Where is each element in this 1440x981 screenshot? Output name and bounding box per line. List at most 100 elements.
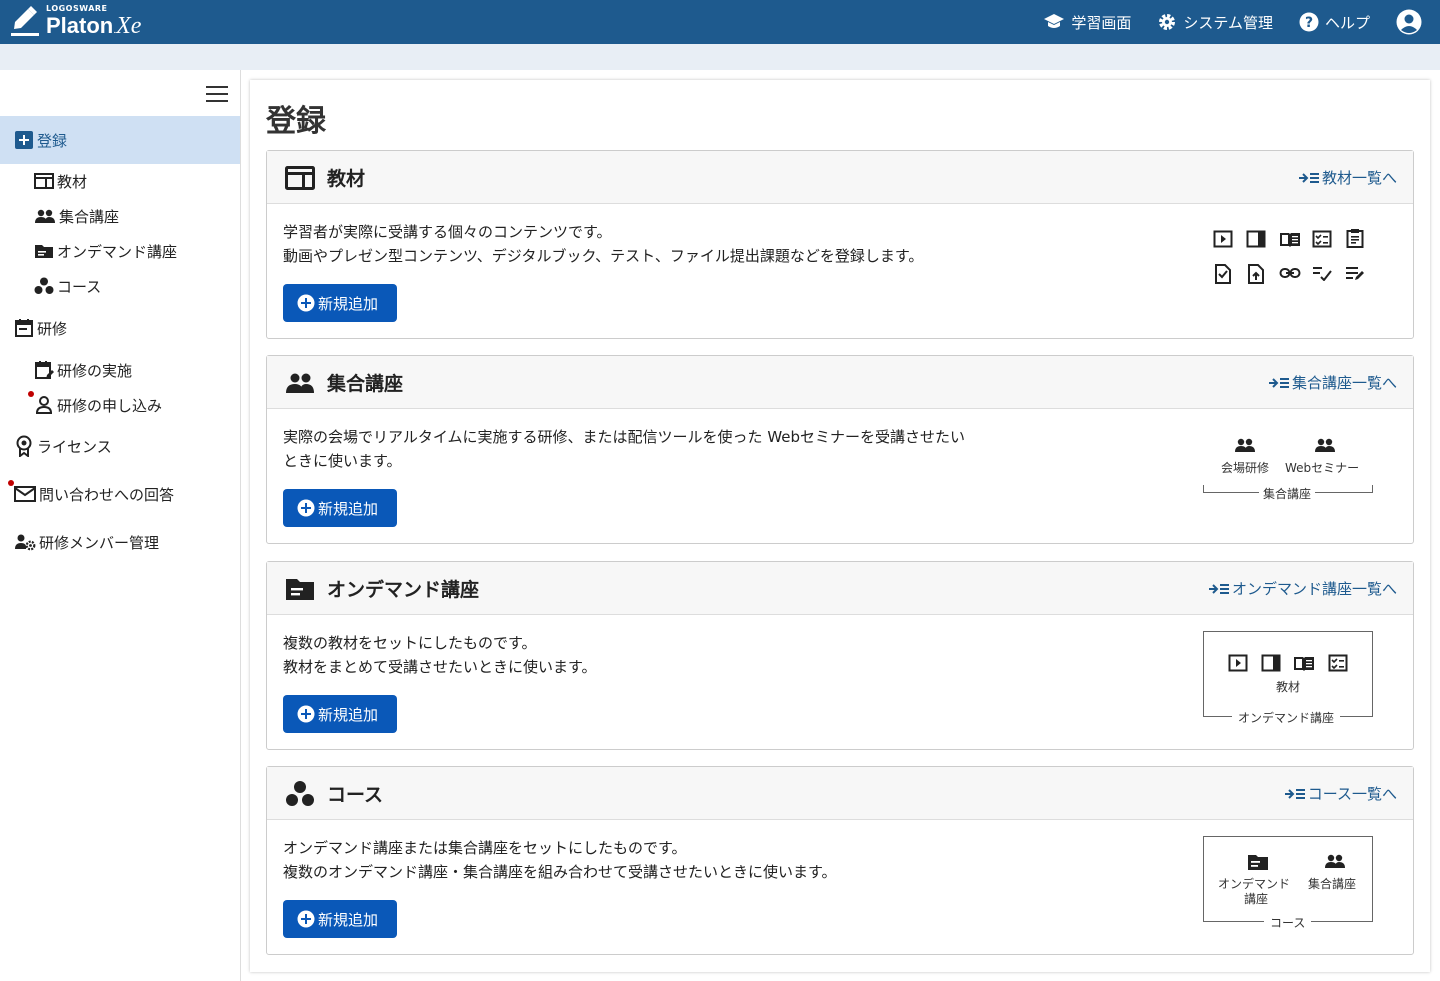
material-icon	[285, 165, 315, 190]
sidebar-item-group-course[interactable]: 集合講座	[0, 201, 240, 231]
file-upload-icon	[1248, 264, 1264, 284]
sidebar-item-members[interactable]: 研修メンバー管理	[0, 527, 240, 557]
card-title: 集合講座	[327, 373, 404, 395]
plus-circle-icon	[297, 705, 315, 723]
sub-bar	[0, 44, 1440, 70]
ondemand-list-link[interactable]: オンデマンド講座一覧へ	[1208, 562, 1397, 615]
diagram-group-label: 集合講座	[1259, 485, 1316, 502]
link-label: オンデマンド講座一覧へ	[1231, 580, 1397, 598]
link-label: 集合講座一覧へ	[1291, 374, 1397, 392]
help-icon: ?	[1299, 12, 1319, 32]
list-arrow-icon	[1208, 583, 1229, 594]
presentation-icon	[1246, 230, 1266, 248]
nav-learning[interactable]: 学習画面	[1043, 12, 1131, 33]
course-list-link[interactable]: コース一覧へ	[1284, 767, 1397, 820]
diagram-label: 講座	[1244, 892, 1269, 906]
mail-icon	[14, 486, 36, 502]
book-icon	[1280, 233, 1300, 247]
sidebar-item-ondemand[interactable]: オンデマンド講座	[0, 236, 240, 266]
list-arrow-icon	[1284, 788, 1305, 799]
logo[interactable]: LOGOSWARE Platon.Xe	[10, 5, 141, 38]
course-diagram: オンデマンド 講座 集合講座 コース	[1203, 836, 1373, 931]
calendar-icon	[15, 319, 33, 337]
sidebar-item-label: 登録	[37, 131, 68, 150]
plus-circle-icon	[297, 294, 315, 312]
sidebar-item-register[interactable]: 登録	[0, 116, 240, 164]
group-icon	[35, 209, 55, 223]
desc-line: オンデマンド講座または集合講座をセットにしたものです。	[283, 839, 687, 857]
diagram-label: 集合講座	[1308, 877, 1357, 891]
logo-pen-icon	[11, 6, 39, 36]
user-avatar[interactable]	[1396, 9, 1422, 35]
presentation-icon	[1261, 654, 1281, 672]
card-title: コース	[327, 784, 384, 806]
sidebar-item-label: 問い合わせへの回答	[39, 485, 175, 504]
nav-system-label: システム管理	[1183, 13, 1273, 32]
page-title: 登録	[266, 104, 326, 139]
sidebar-item-license[interactable]: ライセンス	[0, 431, 240, 461]
group-icon	[1315, 438, 1335, 452]
material-list-link[interactable]: 教材一覧へ	[1298, 151, 1397, 204]
gear-icon	[1159, 14, 1176, 30]
test-icon	[1312, 230, 1332, 248]
diagram-group-label: コース	[1264, 914, 1312, 931]
desc-line: 複数のオンデマンド講座・集合講座を組み合わせて受講させたいときに使います。	[283, 863, 837, 881]
desc-line: ときに使います。	[283, 452, 402, 470]
notification-dot	[8, 480, 14, 486]
list-arrow-icon	[1268, 377, 1289, 388]
license-icon	[16, 435, 32, 457]
card-course: コース コース一覧へ オンデマンド講座または集合講座をセットにしたものです。 複…	[266, 766, 1414, 955]
sidebar-item-training[interactable]: 研修	[0, 313, 240, 343]
graduation-cap-icon	[1044, 14, 1065, 28]
video-icon	[1228, 654, 1248, 672]
main-panel: 登録 教材 教材一覧へ 学習者が実際に受講する個々のコンテンツです。 動画やプレ…	[250, 80, 1430, 972]
nav-learning-label: 学習画面	[1071, 13, 1132, 32]
sidebar-item-material[interactable]: 教材	[0, 166, 240, 196]
test-icon	[1328, 654, 1348, 672]
material-type-icons	[1211, 228, 1371, 288]
group-icon	[1235, 438, 1255, 452]
desc-line: 教材をまとめて受講させたいときに使います。	[283, 658, 597, 676]
ondemand-diagram: 教材 オンデマンド講座	[1203, 631, 1373, 726]
add-material-button[interactable]: 新規追加	[283, 284, 397, 322]
desc-line: 実際の会場でリアルタイムに実施する研修、または配信ツールを使った Webセミナー…	[283, 428, 966, 446]
desc-line: 複数の教材をセットにしたものです。	[283, 634, 537, 652]
sidebar-item-label: 集合講座	[59, 207, 120, 226]
course-icon	[34, 277, 54, 294]
diagram-group-label: オンデマンド講座	[1232, 709, 1341, 726]
sidebar-item-course[interactable]: コース	[0, 271, 240, 301]
group-icon	[286, 373, 314, 393]
logo-product: Platon	[46, 13, 114, 38]
button-label: 新規追加	[318, 705, 379, 724]
add-course-button[interactable]: 新規追加	[283, 900, 397, 938]
card-title: 教材	[327, 168, 366, 190]
card-group-course: 集合講座 集合講座一覧へ 実際の会場でリアルタイムに実施する研修、または配信ツー…	[266, 355, 1414, 544]
add-ondemand-button[interactable]: 新規追加	[283, 695, 397, 733]
diagram-label: Webセミナー	[1285, 461, 1360, 475]
sidebar: 登録 教材 集合講座 オンデマンド講座 コース 研修 研修の実施 研修の申し込み…	[0, 70, 241, 981]
plus-box-icon	[15, 131, 33, 149]
menu-toggle[interactable]	[206, 84, 228, 108]
svg-text:?: ?	[1305, 15, 1313, 31]
book-icon	[1294, 657, 1314, 671]
card-material: 教材 教材一覧へ 学習者が実際に受講する個々のコンテンツです。 動画やプレゼン型…	[266, 150, 1414, 339]
plus-circle-icon	[297, 499, 315, 517]
nav-system[interactable]: システム管理	[1157, 12, 1273, 33]
account-circle-icon	[1396, 9, 1422, 35]
member-settings-icon	[15, 534, 36, 551]
group-course-list-link[interactable]: 集合講座一覧へ	[1268, 356, 1397, 409]
sidebar-item-training-run[interactable]: 研修の実施	[0, 355, 240, 385]
top-nav: 学習画面 システム管理 ? ヘルプ	[1043, 0, 1440, 44]
calendar-edit-icon	[35, 361, 54, 379]
file-check-icon	[1215, 264, 1231, 284]
plus-circle-icon	[297, 910, 315, 928]
assignment-icon	[1346, 229, 1364, 248]
list-arrow-icon	[1298, 172, 1319, 183]
sidebar-item-label: 研修の実施	[57, 361, 133, 380]
sidebar-item-label: 研修の申し込み	[57, 396, 163, 415]
diagram-label: 教材	[1276, 680, 1301, 694]
sidebar-item-training-apply[interactable]: 研修の申し込み	[0, 390, 240, 420]
nav-help[interactable]: ? ヘルプ	[1299, 12, 1370, 33]
add-group-course-button[interactable]: 新規追加	[283, 489, 397, 527]
sidebar-item-inquiry[interactable]: 問い合わせへの回答	[0, 479, 240, 509]
